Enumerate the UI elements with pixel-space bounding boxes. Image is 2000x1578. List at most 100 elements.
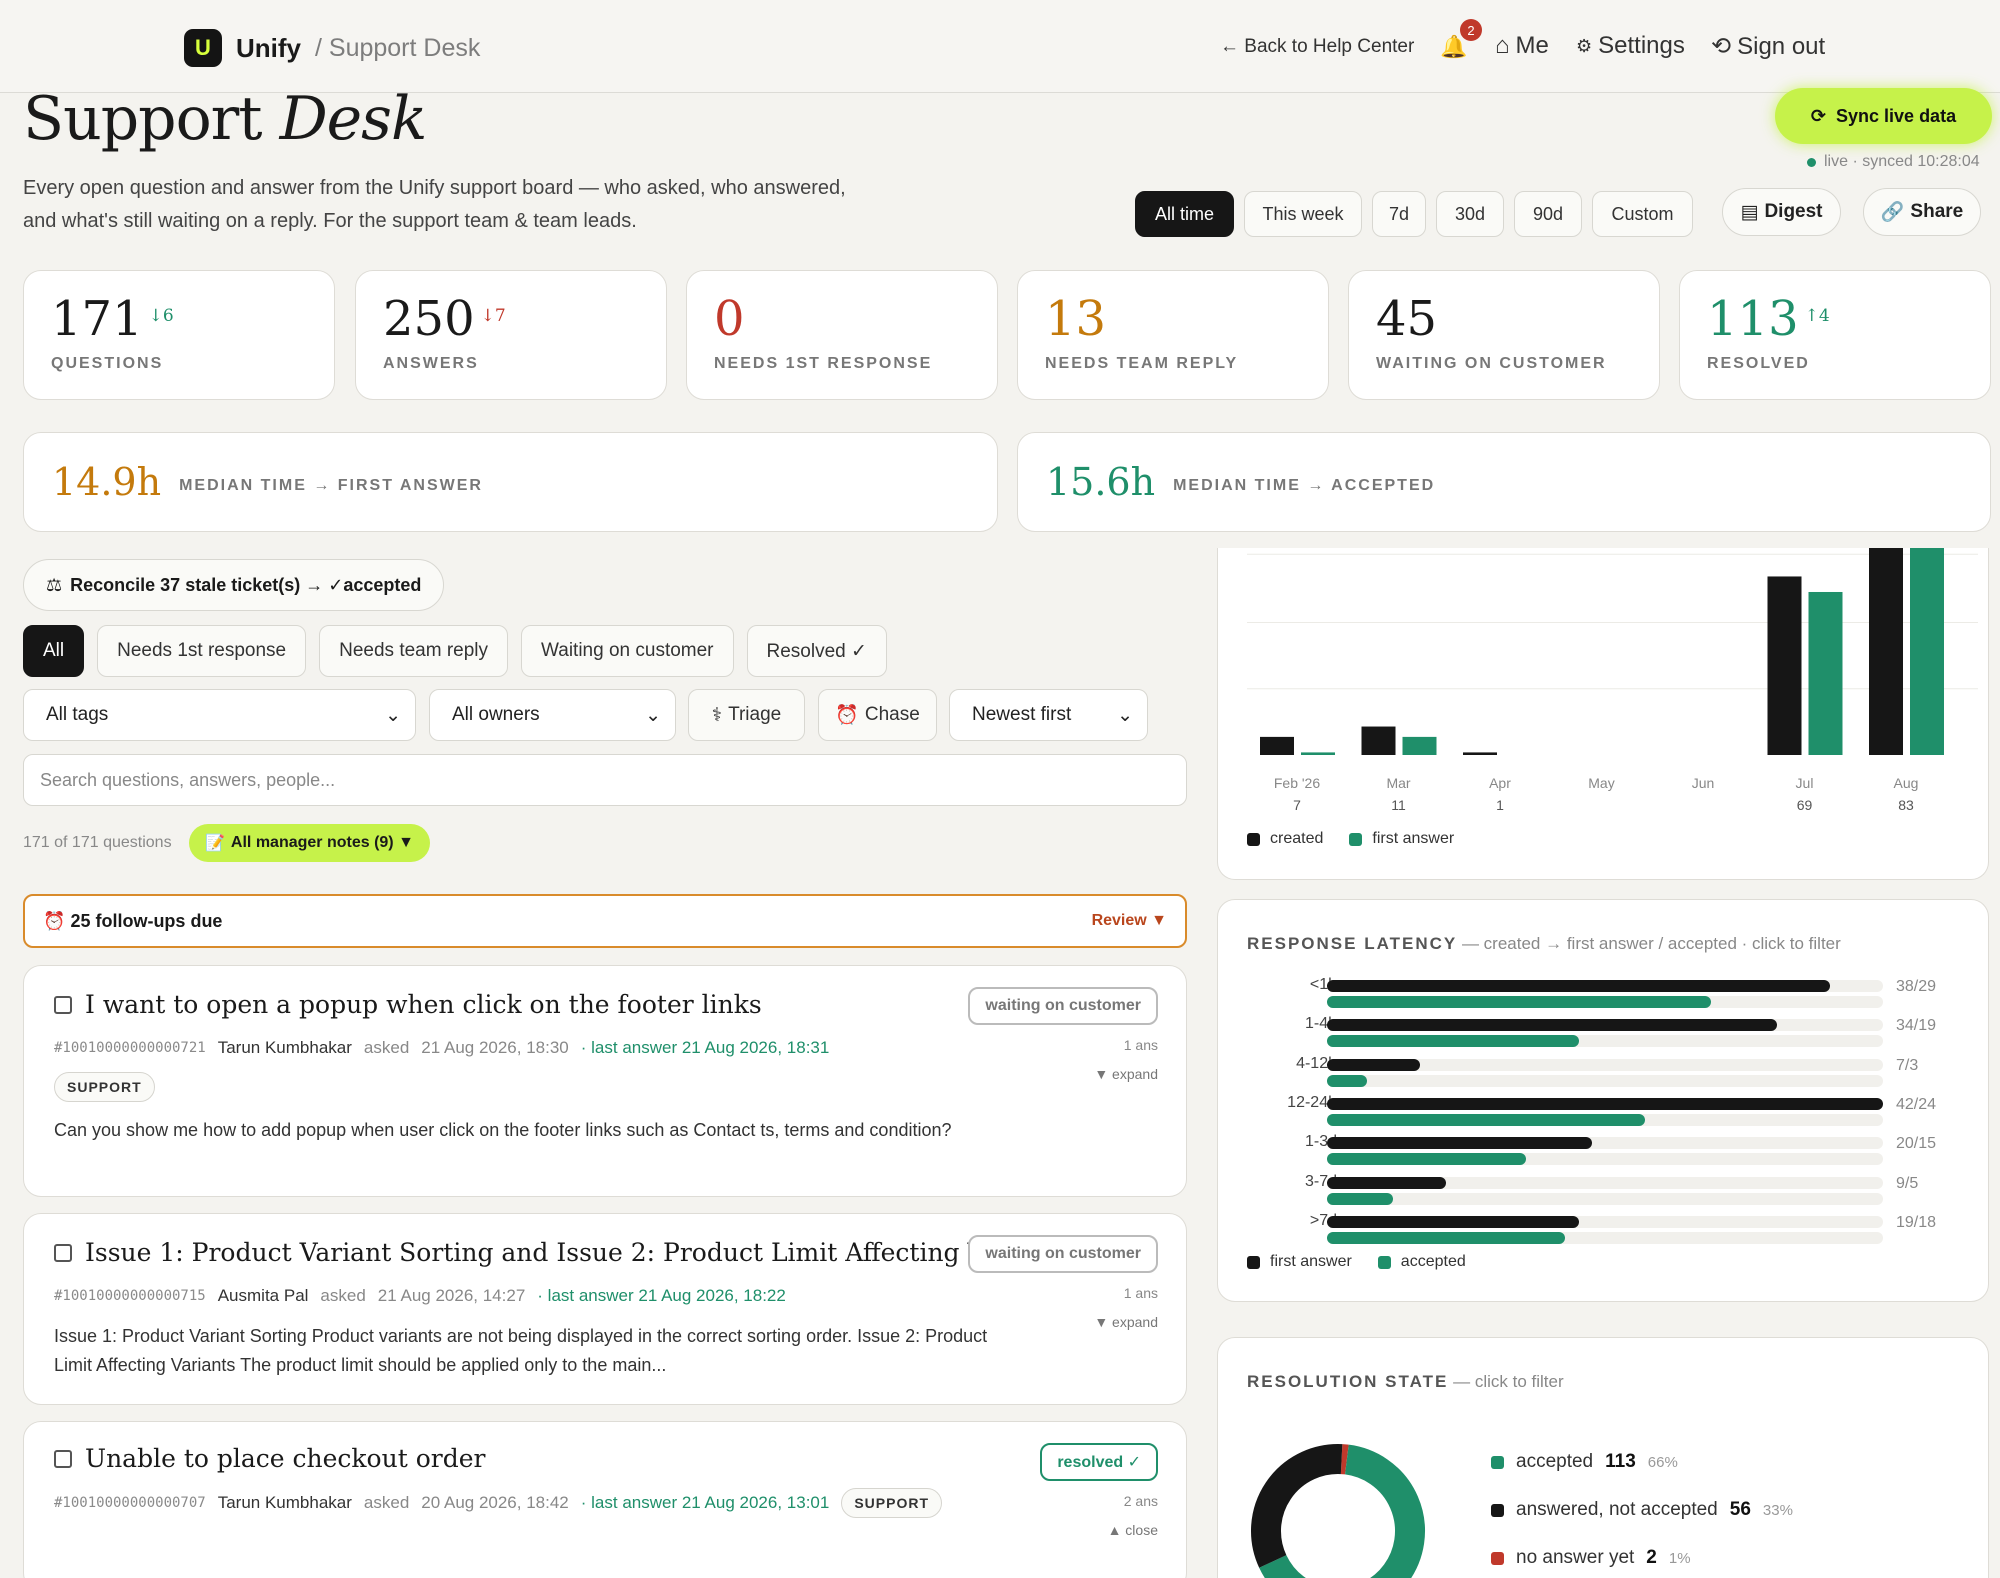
resolution-legend-item[interactable]: accepted 113 66%: [1491, 1451, 1678, 1473]
latency-row[interactable]: 4-12h 7/3: [1218, 1055, 1990, 1093]
kpi-card[interactable]: 171 ↓6 QUESTIONS: [23, 270, 335, 400]
latency-bar-accepted: [1327, 1231, 1566, 1244]
response-latency-panel: RESPONSE LATENCY — created → first answe…: [1217, 899, 1989, 1302]
question-meta: #10010000000000707 Tarun Kumbhakar asked…: [54, 1488, 943, 1518]
range-7d[interactable]: 7d: [1372, 191, 1426, 237]
question-card[interactable]: Issue 1: Product Variant Sorting and Iss…: [23, 1213, 1187, 1405]
legend-created: created: [1247, 830, 1323, 848]
legend-percent: 66%: [1647, 1453, 1678, 1471]
latency-bar-first-answer: [1327, 1058, 1420, 1071]
latency-row[interactable]: 12-24h 42/24: [1218, 1094, 1990, 1132]
me-link[interactable]: ⌂ Me: [1495, 32, 1549, 60]
gear-icon: ⚙: [1576, 35, 1593, 56]
kpi-value: 250: [383, 291, 475, 347]
select-checkbox[interactable]: [54, 996, 72, 1014]
review-button[interactable]: Review ▼: [1092, 912, 1167, 930]
expand-toggle[interactable]: ▼ expand: [1094, 1314, 1158, 1330]
logo[interactable]: U: [184, 29, 222, 67]
share-button[interactable]: 🔗 Share: [1863, 188, 1981, 236]
digest-button[interactable]: ▤ Digest: [1722, 188, 1841, 236]
question-card[interactable]: Unable to place checkout order #10010000…: [23, 1421, 1187, 1578]
collapse-toggle[interactable]: ▲ close: [1108, 1522, 1158, 1538]
kpi-card[interactable]: 250 ↓7 ANSWERS: [355, 270, 667, 400]
question-card[interactable]: I want to open a popup when click on the…: [23, 965, 1187, 1197]
tab-needs-team-reply[interactable]: Needs team reply: [319, 625, 509, 677]
range-all-time[interactable]: All time: [1135, 191, 1234, 237]
sign-out-link[interactable]: ⟲ Sign out: [1711, 32, 1825, 61]
search-input[interactable]: Search questions, answers, people...: [23, 754, 1187, 806]
select-checkbox[interactable]: [54, 1450, 72, 1468]
x-tick-count: 1: [1496, 797, 1504, 813]
scale-icon: ⚖: [46, 574, 63, 595]
resolution-legend-item[interactable]: no answer yet 2 1%: [1491, 1547, 1691, 1569]
tag-badge[interactable]: SUPPORT: [841, 1488, 943, 1518]
kpi-card[interactable]: 13 NEEDS TEAM REPLY: [1017, 270, 1329, 400]
bar-created[interactable]: [1869, 548, 1903, 755]
range-this-week[interactable]: This week: [1244, 191, 1362, 237]
range-90d[interactable]: 90d: [1514, 191, 1582, 237]
question-title[interactable]: Unable to place checkout order: [85, 1444, 485, 1473]
sync-label: Sync live data: [1836, 105, 1957, 126]
latency-value-label: 42/24: [1896, 1095, 1937, 1113]
latency-row[interactable]: 1-4h 34/19: [1218, 1015, 1990, 1053]
live-status: live · synced 10:28:04: [1807, 153, 1980, 171]
manager-notes-label: All manager notes (9) ▼: [230, 834, 414, 851]
bar-first-answer[interactable]: [1910, 548, 1944, 755]
kpi-card[interactable]: 113 ↑4 RESOLVED: [1679, 270, 1991, 400]
alarm-clock-icon: ⏰: [43, 910, 66, 931]
tab-all[interactable]: All: [23, 625, 85, 677]
question-author[interactable]: Tarun Kumbhakar: [218, 1493, 352, 1513]
range-custom[interactable]: Custom: [1592, 191, 1693, 237]
question-author[interactable]: Ausmita Pal: [218, 1286, 309, 1306]
bar-created[interactable]: [1361, 726, 1396, 755]
latency-row[interactable]: 1-3d 20/15: [1218, 1133, 1990, 1171]
bar-created[interactable]: [1260, 736, 1294, 755]
owners-select[interactable]: All owners ⌄: [429, 689, 676, 741]
question-author[interactable]: Tarun Kumbhakar: [218, 1038, 352, 1058]
kpi-value-wrap: 0: [714, 291, 751, 347]
followups-banner[interactable]: ⏰ 25 follow-ups due Review ▼: [23, 894, 1187, 948]
donut-slice-answered-not-accepted[interactable]: [1251, 1444, 1343, 1568]
tab-needs-1st-response[interactable]: Needs 1st response: [97, 625, 307, 677]
bar-created[interactable]: [1463, 752, 1497, 755]
bar-first-answer[interactable]: [1301, 752, 1335, 755]
select-checkbox[interactable]: [54, 1244, 72, 1262]
asked-label: asked: [363, 1038, 410, 1057]
back-to-help-center-link[interactable]: ← Back to Help Center: [1220, 36, 1414, 58]
x-tick-count: 11: [1391, 797, 1406, 813]
triage-button[interactable]: ⚕ Triage: [688, 689, 805, 741]
tab-waiting-on-customer[interactable]: Waiting on customer: [521, 625, 734, 677]
range-30d[interactable]: 30d: [1436, 191, 1504, 237]
tag-badge[interactable]: SUPPORT: [54, 1072, 155, 1102]
manager-notes-button[interactable]: 📝 All manager notes (9) ▼: [189, 824, 430, 862]
resolution-legend-item[interactable]: answered, not accepted 56 33%: [1491, 1499, 1793, 1521]
kpi-label: WAITING ON CUSTOMER: [1376, 355, 1607, 372]
sort-select[interactable]: Newest first ⌄: [949, 689, 1148, 741]
kpi-card[interactable]: 0 NEEDS 1ST RESPONSE: [686, 270, 998, 400]
expand-toggle[interactable]: ▼ expand: [1094, 1066, 1158, 1082]
question-title[interactable]: I want to open a popup when click on the…: [85, 990, 762, 1019]
latency-row[interactable]: <1h 38/29: [1218, 976, 1990, 1014]
kpi-card[interactable]: 45 WAITING ON CUSTOMER: [1348, 270, 1660, 400]
reconcile-button[interactable]: ⚖ Reconcile 37 stale ticket(s) → ✓accepte…: [23, 559, 445, 611]
tags-select[interactable]: All tags ⌄: [23, 689, 416, 741]
latency-value-label: 38/29: [1896, 978, 1937, 995]
question-title[interactable]: Issue 1: Product Variant Sorting and Iss…: [85, 1238, 1072, 1267]
question-body: Can you show me how to add popup when us…: [54, 1120, 952, 1140]
brand-name[interactable]: Unify: [236, 33, 301, 64]
kpi-label: RESOLVED: [1707, 355, 1810, 372]
legend-label: no answer yet: [1516, 1547, 1635, 1568]
kpi-delta: ↓6: [148, 306, 174, 326]
question-id: #10010000000000707: [54, 1495, 206, 1511]
bar-first-answer[interactable]: [1808, 591, 1843, 755]
tab-resolved[interactable]: Resolved ✓: [746, 625, 887, 677]
latency-row[interactable]: >7d 19/18: [1218, 1212, 1990, 1250]
latency-value-label: 7/3: [1896, 1056, 1919, 1074]
median-label: MEDIAN TIME → ACCEPTED: [1173, 477, 1436, 494]
sync-live-data-button[interactable]: ⟳ Sync live data: [1775, 88, 1992, 144]
bar-first-answer[interactable]: [1402, 736, 1437, 755]
latency-row[interactable]: 3-7d 9/5: [1218, 1173, 1990, 1211]
bar-created[interactable]: [1767, 576, 1802, 755]
settings-link[interactable]: ⚙ Settings: [1576, 32, 1685, 60]
chase-button[interactable]: ⏰ Chase: [818, 689, 937, 741]
